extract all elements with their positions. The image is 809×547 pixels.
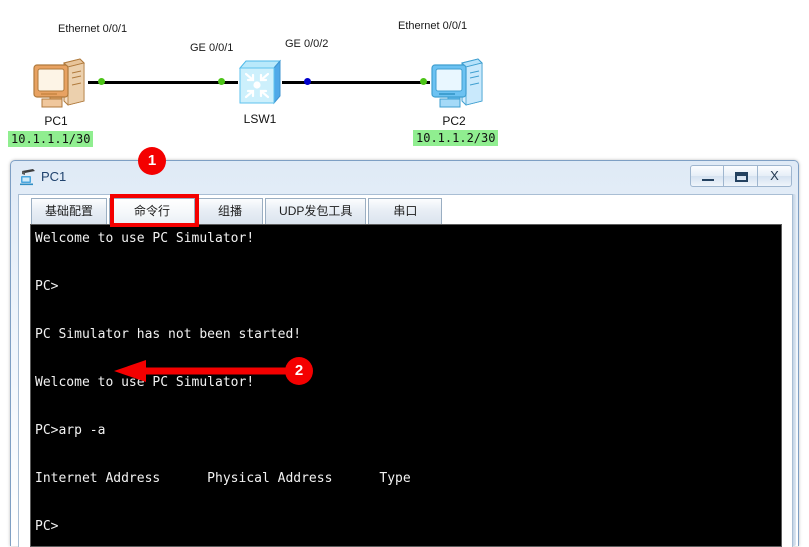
tab-basic-config[interactable]: 基础配置 <box>31 198 108 224</box>
link-pc1-lsw1 <box>88 81 238 84</box>
link-dot-pc1-eth0 <box>98 78 105 85</box>
network-topology-canvas: PC1 10.1.1.1/30 Ethernet 0/0/1 LSW1 GE 0… <box>0 0 809 160</box>
window-controls: X <box>690 165 792 187</box>
highlight-box-command-line-tab <box>110 194 199 227</box>
port-label-pc2: Ethernet 0/0/1 <box>398 20 468 32</box>
ip-badge-pc2: 10.1.1.2/30 <box>413 130 499 146</box>
maximize-icon <box>735 172 748 182</box>
window-titlebar[interactable]: PC1 X <box>11 161 798 194</box>
tab-serial-port[interactable]: 串口 <box>368 198 443 224</box>
link-dot-lsw1-ge001 <box>218 78 225 85</box>
callout-arrow-2 <box>114 360 290 382</box>
device-label-pc1: PC1 <box>44 114 68 128</box>
switch-icon[interactable] <box>234 56 286 108</box>
minimize-button[interactable] <box>690 165 724 187</box>
console-output[interactable]: Welcome to use PC Simulator! PC> PC Simu… <box>30 224 782 547</box>
tab-strip: 基础配置 命令行 组播 UDP发包工具 串口 <box>19 198 443 224</box>
link-dot-lsw1-ge002 <box>304 78 311 85</box>
callout-badge-1: 1 <box>138 147 166 175</box>
tab-udp-tool[interactable]: UDP发包工具 <box>265 198 367 224</box>
ip-badge-pc1: 10.1.1.1/30 <box>8 131 94 147</box>
tab-multicast[interactable]: 组播 <box>197 198 264 224</box>
minimize-icon <box>702 179 714 181</box>
device-label-lsw1: LSW1 <box>243 112 277 126</box>
port-label-lsw1-ge002: GE 0/0/2 <box>285 38 329 50</box>
port-label-lsw1-ge001: GE 0/0/1 <box>190 42 234 54</box>
device-label-pc2: PC2 <box>442 114 466 128</box>
close-button[interactable]: X <box>758 165 792 187</box>
pc-desktop-orange-icon[interactable] <box>28 55 88 113</box>
maximize-button[interactable] <box>724 165 758 187</box>
window-title: PC1 <box>41 169 67 184</box>
callout-badge-2: 2 <box>285 357 313 385</box>
pc-desktop-blue-icon[interactable] <box>424 55 486 113</box>
port-label-pc1: Ethernet 0/0/1 <box>58 23 128 35</box>
pc-window-icon <box>20 169 35 186</box>
